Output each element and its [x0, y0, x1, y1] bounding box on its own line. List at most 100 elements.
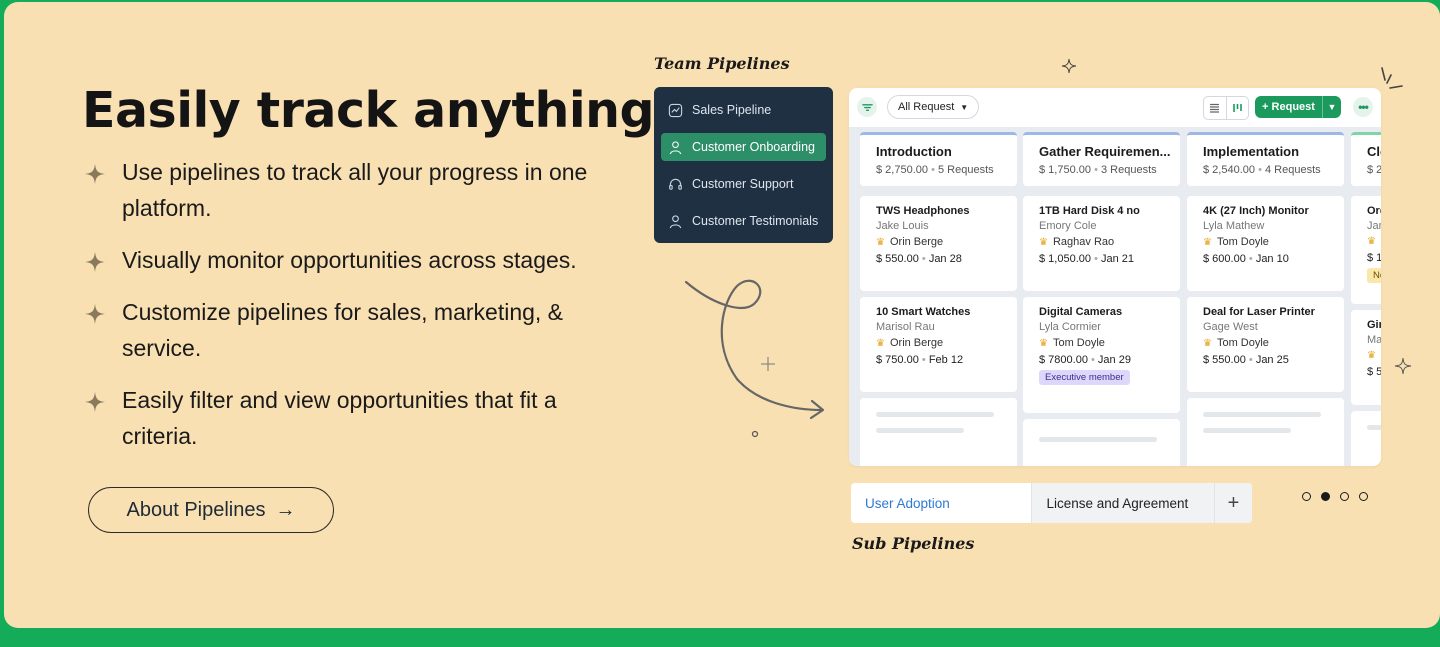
skeleton-line — [876, 428, 964, 433]
crown-icon: ♛ — [876, 236, 885, 248]
sidebar-item-customer-onboarding[interactable]: Customer Onboarding — [661, 133, 826, 161]
placeholder-card — [1023, 419, 1180, 466]
carousel-dot-active[interactable] — [1321, 492, 1330, 501]
request-contact: Marisol Rau — [876, 321, 935, 333]
tab-license-and-agreement[interactable]: License and Agreement — [1031, 483, 1214, 523]
skeleton-line — [1039, 437, 1157, 442]
chevron-down-icon[interactable]: ▼ — [1322, 96, 1341, 118]
placeholder-card — [1187, 398, 1344, 466]
stage-meta: $ 2,750.00 • 5 Requests — [876, 164, 994, 176]
user-icon — [669, 140, 682, 154]
feature-item: Use pipelines to track all your progress… — [84, 154, 624, 226]
feature-item: Easily filter and view opportunities tha… — [84, 382, 624, 454]
status-badge: Ne — [1367, 268, 1381, 283]
carousel-dot[interactable] — [1340, 492, 1349, 501]
stage-meta: $ 2, — [1367, 164, 1381, 176]
sparkle-icon — [84, 163, 106, 185]
about-pipelines-button[interactable]: About Pipelines → — [88, 487, 334, 533]
request-contact: Lyla Cormier — [1039, 321, 1101, 333]
stage-header[interactable]: Implementation $ 2,540.00 • 4 Requests — [1187, 132, 1344, 186]
feature-item: Customize pipelines for sales, marketing… — [84, 294, 624, 366]
team-pipelines-label: Team Pipelines — [654, 54, 790, 73]
request-title: Digital Cameras — [1039, 306, 1123, 318]
request-contact: Lyla Mathew — [1203, 220, 1265, 232]
sparkle-icon — [761, 357, 775, 371]
crown-icon: ♛ — [1203, 337, 1212, 349]
request-owner: ♛ — [1367, 236, 1381, 247]
more-options-button[interactable]: ••• — [1353, 97, 1373, 117]
request-card[interactable]: Digital Cameras Lyla Cormier ♛ Tom Doyle … — [1023, 297, 1180, 413]
status-badge: Executive member — [1039, 370, 1130, 385]
list-view-button[interactable] — [1204, 97, 1226, 119]
request-title: Deal for Laser Printer — [1203, 306, 1315, 318]
sparkle-icon — [84, 391, 106, 413]
request-card[interactable]: 1TB Hard Disk 4 no Emory Cole ♛ Raghav Ra… — [1023, 196, 1180, 291]
request-owner: ♛ Orin Berge — [876, 236, 944, 248]
filter-icon — [861, 103, 873, 111]
request-card[interactable]: Ord Jam ♛ $ 15 Ne — [1351, 196, 1381, 304]
stage-header[interactable]: Gather Requiremen... $ 1,750.00 • 3 Requ… — [1023, 132, 1180, 186]
crown-icon: ♛ — [1203, 236, 1212, 248]
placeholder-card — [1351, 411, 1381, 466]
feature-text: Visually monitor opportunities across st… — [122, 247, 577, 273]
sidebar-item-customer-testimonials[interactable]: Customer Testimonials — [661, 207, 826, 235]
spark-lines-icon — [1381, 67, 1403, 89]
request-title: 10 Smart Watches — [876, 306, 971, 318]
chart-icon — [668, 103, 683, 117]
crown-icon: ♛ — [1039, 337, 1048, 349]
feature-text: Use pipelines to track all your progress… — [122, 159, 588, 221]
sidebar-item-customer-support[interactable]: Customer Support — [661, 170, 826, 198]
request-card[interactable]: Deal for Laser Printer Gage West ♛ Tom Do… — [1187, 297, 1344, 392]
kanban-icon — [1232, 104, 1242, 112]
stage-amount: $ 2, — [1367, 164, 1381, 176]
sidebar-item-label: Sales Pipeline — [692, 103, 772, 117]
new-request-label: Request — [1271, 101, 1315, 113]
stage-column: Implementation $ 2,540.00 • 4 Requests 4… — [1187, 132, 1344, 466]
stage-column: Clo $ 2, Ord Jam ♛ $ 15 Ne Gim Mar ♛ $ 5… — [1351, 132, 1381, 466]
circle-icon — [751, 430, 759, 438]
request-title: Gim — [1367, 319, 1381, 331]
request-value: $ 750.00 • Feb 12 — [876, 354, 964, 366]
request-card[interactable]: 10 Smart Watches Marisol Rau ♛ Orin Berge… — [860, 297, 1017, 392]
carousel-dot[interactable] — [1302, 492, 1311, 501]
request-value: $ 15 — [1367, 252, 1381, 264]
request-contact: Mar — [1367, 334, 1381, 346]
request-card[interactable]: TWS Headphones Jake Louis ♛ Orin Berge $ … — [860, 196, 1017, 291]
view-toggle — [1203, 96, 1249, 120]
request-card[interactable]: Gim Mar ♛ $ 52 — [1351, 310, 1381, 405]
about-pipelines-label: About Pipelines — [126, 498, 266, 521]
request-title: TWS Headphones — [876, 205, 970, 217]
skeleton-line — [876, 412, 994, 417]
user-icon — [669, 214, 682, 228]
carousel-dot[interactable] — [1359, 492, 1368, 501]
sidebar-item-sales-pipeline[interactable]: Sales Pipeline — [661, 96, 826, 124]
request-value: $ 600.00 • Jan 10 — [1203, 253, 1289, 265]
request-owner: ♛ — [1367, 350, 1381, 361]
curly-arrow-icon — [684, 279, 825, 420]
request-card[interactable]: 4K (27 Inch) Monitor Lyla Mathew ♛ Tom Do… — [1187, 196, 1344, 291]
kanban-view-button[interactable] — [1225, 97, 1249, 119]
tab-user-adoption[interactable]: User Adoption — [851, 483, 1031, 523]
skeleton-line — [1203, 412, 1321, 417]
team-pipelines-sidebar: Sales Pipeline Customer Onboarding Custo… — [654, 87, 833, 243]
add-tab-button[interactable]: + — [1213, 483, 1252, 523]
carousel-dots — [1302, 492, 1368, 501]
request-value: $ 550.00 • Jan 25 — [1203, 354, 1289, 366]
stage-name: Implementation — [1203, 144, 1300, 159]
more-dots-icon: ••• — [1358, 100, 1369, 114]
feature-list: Use pipelines to track all your progress… — [84, 154, 624, 454]
new-request-button[interactable]: + Request ▼ — [1255, 96, 1341, 118]
placeholder-card — [860, 398, 1017, 466]
view-select[interactable]: All Request ▼ — [887, 95, 980, 119]
sub-pipelines-label: Sub Pipelines — [852, 534, 975, 553]
stage-header[interactable]: Clo $ 2, — [1351, 132, 1381, 186]
stage-count: 3 Requests — [1100, 164, 1157, 176]
sidebar-item-label: Customer Onboarding — [692, 140, 815, 154]
stage-amount: $ 2,750.00 — [876, 164, 928, 176]
sub-pipeline-tabs: User Adoption License and Agreement + — [851, 483, 1252, 523]
promo-panel: Easily track anything Use pipelines to t… — [4, 2, 1440, 628]
list-icon — [1210, 103, 1220, 113]
request-title: 4K (27 Inch) Monitor — [1203, 205, 1309, 217]
filter-button[interactable] — [857, 97, 877, 117]
stage-header[interactable]: Introduction $ 2,750.00 • 5 Requests — [860, 132, 1017, 186]
